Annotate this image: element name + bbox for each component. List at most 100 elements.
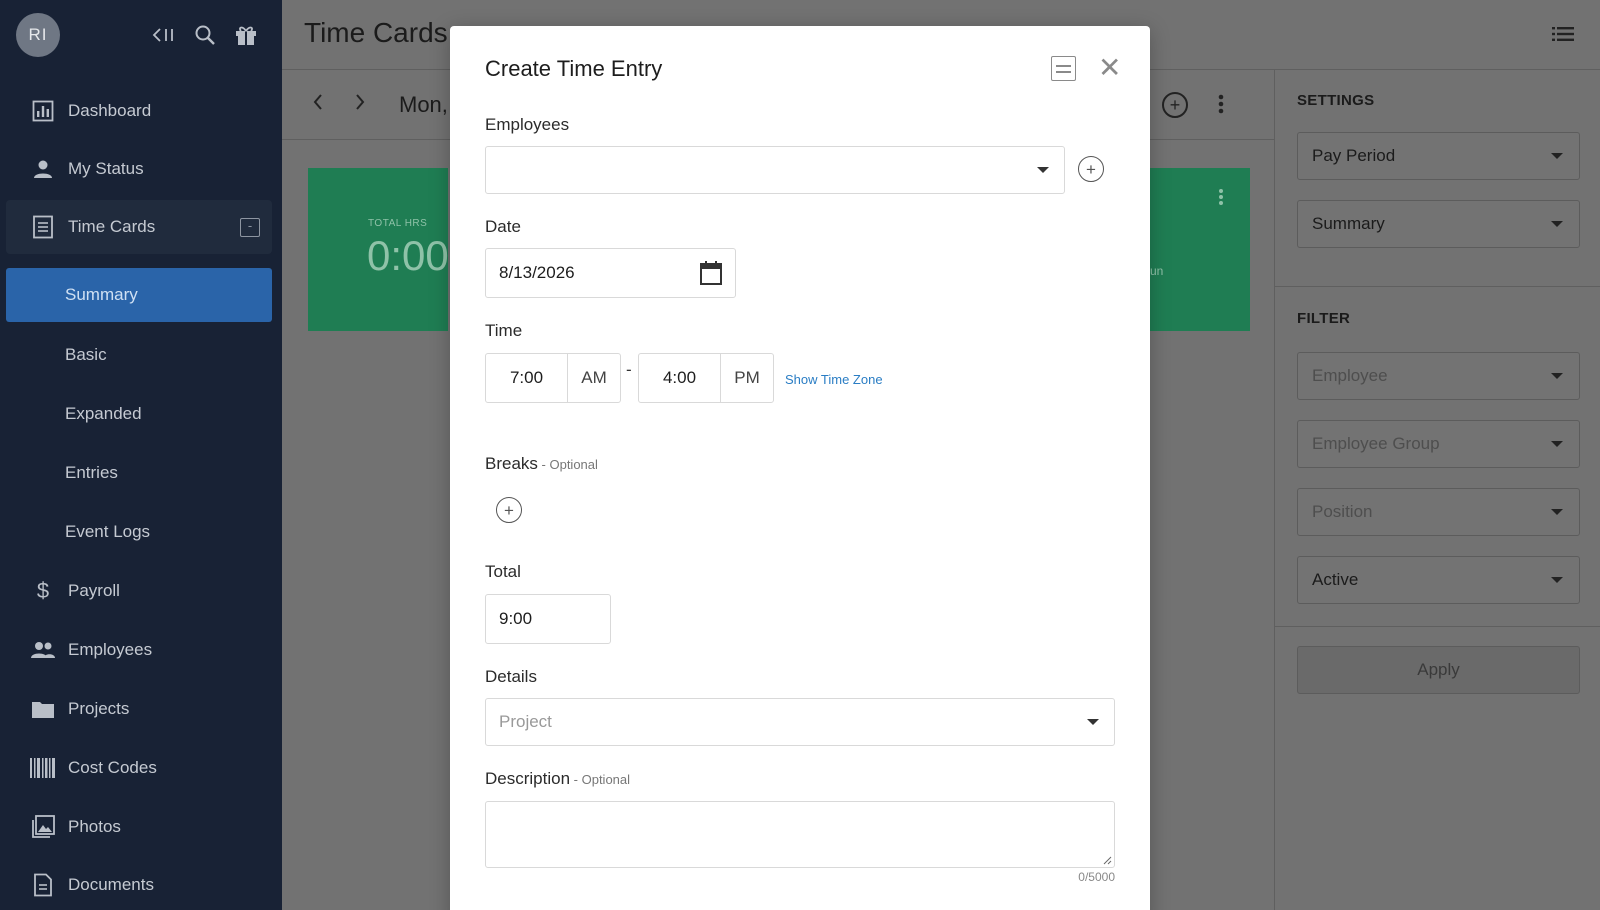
dollar-icon: $ xyxy=(36,578,50,603)
divider xyxy=(1275,286,1600,287)
sidebar-item-label: Employees xyxy=(68,640,153,659)
character-counter: 0/5000 xyxy=(1078,870,1115,884)
collapse-toggle[interactable]: - xyxy=(240,218,260,237)
employees-select[interactable] xyxy=(485,146,1065,194)
avatar[interactable]: RI xyxy=(16,13,60,57)
sidebar-sub-expanded[interactable]: Expanded xyxy=(6,387,272,441)
sidebar-item-label: My Status xyxy=(68,159,144,178)
add-entry-button[interactable]: + xyxy=(1162,92,1188,118)
employee-filter-select[interactable]: Employee xyxy=(1297,352,1580,400)
position-placeholder: Position xyxy=(1312,502,1373,521)
list-icon[interactable] xyxy=(1552,26,1574,47)
view-value: Summary xyxy=(1312,214,1385,233)
chevron-down-icon xyxy=(1551,577,1563,583)
pay-period-select[interactable]: Pay Period xyxy=(1297,132,1580,180)
total-hours-label: TOTAL HRS xyxy=(368,218,428,229)
start-time-input[interactable]: 7:00 xyxy=(485,353,568,403)
time-label: Time xyxy=(485,321,523,340)
sidebar-item-my-status[interactable]: My Status xyxy=(6,142,272,196)
total-hours-value: 0:00 xyxy=(367,232,449,279)
sidebar-item-photos[interactable]: Photos xyxy=(6,800,272,854)
sidebar-item-label: Payroll xyxy=(68,581,120,600)
apply-button[interactable]: Apply xyxy=(1297,646,1580,694)
chevron-down-icon xyxy=(1551,441,1563,447)
gift-icon[interactable] xyxy=(233,22,259,48)
sidebar-item-documents[interactable]: Documents xyxy=(6,858,272,910)
document-icon[interactable] xyxy=(1051,56,1076,81)
close-icon[interactable]: ✕ xyxy=(1098,54,1121,82)
chevron-down-icon xyxy=(1551,509,1563,515)
status-filter-select[interactable]: Active xyxy=(1297,556,1580,604)
employees-label: Employees xyxy=(485,115,570,134)
date-range-label[interactable]: Mon, xyxy=(399,92,448,118)
sidebar-sub-basic[interactable]: Basic xyxy=(6,328,272,382)
chevron-down-icon xyxy=(1551,373,1563,379)
collapse-sidebar-icon[interactable] xyxy=(152,22,178,48)
sidebar-item-projects[interactable]: Projects xyxy=(6,682,272,736)
end-ampm-toggle[interactable]: PM xyxy=(720,353,774,403)
chevron-down-icon xyxy=(1551,153,1563,159)
more-options-icon[interactable] xyxy=(1218,94,1224,114)
summary-card: TOTAL HRS 0:00 xyxy=(308,168,449,331)
person-icon xyxy=(28,157,58,181)
date-value: 8/13/2026 xyxy=(499,263,575,282)
card-kebab-icon[interactable] xyxy=(1218,188,1224,211)
breaks-label-text: Breaks xyxy=(485,454,538,473)
sidebar-sub-entries[interactable]: Entries xyxy=(6,446,272,500)
sidebar-item-payroll[interactable]: $ Payroll xyxy=(6,564,272,618)
chart-icon xyxy=(28,99,58,123)
sidebar-item-label: Photos xyxy=(68,817,121,836)
right-panel: SETTINGS Pay Period Summary FILTER Emplo… xyxy=(1274,70,1600,910)
settings-heading: SETTINGS xyxy=(1297,92,1375,109)
status-value: Active xyxy=(1312,570,1359,589)
end-time-input[interactable]: 4:00 xyxy=(638,353,721,403)
add-employee-icon[interactable]: + xyxy=(1078,156,1104,182)
create-time-entry-modal: Create Time Entry ✕ Employees + Date 8/1… xyxy=(450,26,1150,910)
add-break-icon[interactable]: + xyxy=(496,497,522,523)
chevron-down-icon xyxy=(1551,221,1563,227)
details-label: Details xyxy=(485,667,537,686)
description-label-text: Description xyxy=(485,769,571,788)
employee-group-placeholder: Employee Group xyxy=(1312,434,1440,453)
pay-period-value: Pay Period xyxy=(1312,146,1396,165)
chevron-right-icon[interactable] xyxy=(354,92,366,118)
time-separator: - xyxy=(626,360,632,379)
position-filter-select[interactable]: Position xyxy=(1297,488,1580,536)
divider xyxy=(1275,626,1600,627)
chevron-down-icon xyxy=(1087,719,1099,725)
resize-handle-icon[interactable] xyxy=(1102,855,1112,865)
employee-filter-placeholder: Employee xyxy=(1312,366,1388,385)
sidebar-item-cost-codes[interactable]: Cost Codes xyxy=(6,741,272,795)
sidebar-item-employees[interactable]: Employees xyxy=(6,623,272,677)
sidebar-sub-event-logs[interactable]: Event Logs xyxy=(6,505,272,559)
description-textarea[interactable] xyxy=(485,801,1115,868)
sidebar-item-dashboard[interactable]: Dashboard xyxy=(6,84,272,138)
sidebar-item-time-cards[interactable]: Time Cards - xyxy=(6,200,272,254)
sidebar: RI Dashboard My Status Time Cards - Summ… xyxy=(0,0,282,910)
sidebar-item-label: Time Cards xyxy=(68,217,156,236)
sidebar-sub-summary[interactable]: Summary xyxy=(6,268,272,322)
chevron-down-icon xyxy=(1037,167,1049,173)
barcode-icon xyxy=(28,756,58,780)
sidebar-item-label: Projects xyxy=(68,699,130,718)
page-title: Time Cards xyxy=(304,17,448,48)
show-time-zone-link[interactable]: Show Time Zone xyxy=(785,372,883,387)
employee-group-filter-select[interactable]: Employee Group xyxy=(1297,420,1580,468)
date-input[interactable]: 8/13/2026 xyxy=(485,248,736,298)
search-icon[interactable] xyxy=(192,22,218,48)
date-label: Date xyxy=(485,217,521,236)
filter-heading: FILTER xyxy=(1297,310,1351,327)
sidebar-item-label: Documents xyxy=(68,875,154,894)
folder-icon xyxy=(28,697,58,721)
document-icon xyxy=(28,215,58,239)
project-select[interactable]: Project xyxy=(485,698,1115,746)
description-label: Description - Optional xyxy=(485,769,630,789)
calendar-icon[interactable] xyxy=(699,260,723,291)
file-icon xyxy=(28,873,58,897)
total-input[interactable]: 9:00 xyxy=(485,594,611,644)
view-select[interactable]: Summary xyxy=(1297,200,1580,248)
chevron-left-icon[interactable] xyxy=(312,92,324,118)
sidebar-item-label: Cost Codes xyxy=(68,758,157,777)
start-ampm-toggle[interactable]: AM xyxy=(567,353,621,403)
summary-card-right: un xyxy=(1150,168,1250,331)
